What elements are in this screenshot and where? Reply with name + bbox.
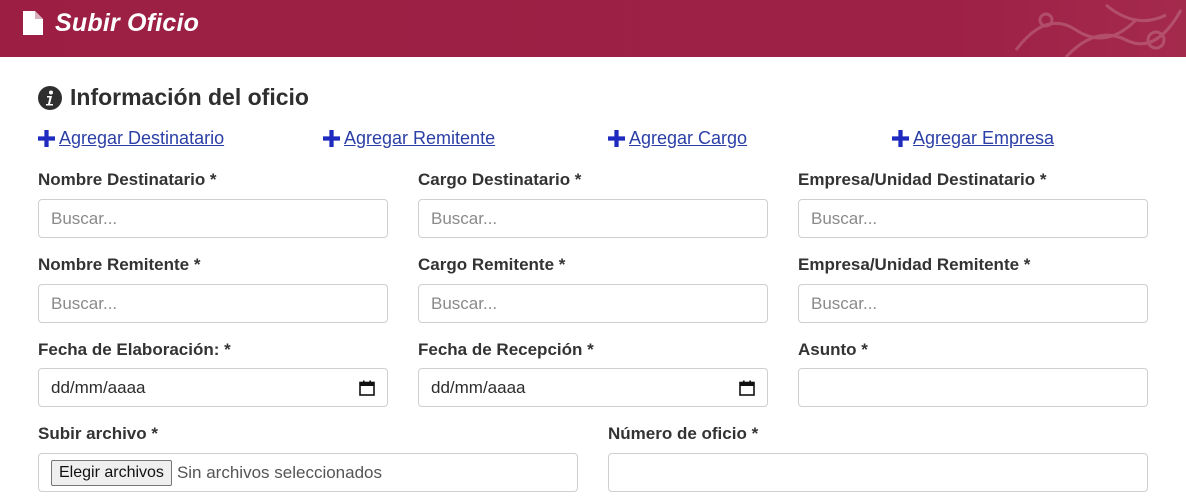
nombre-destinatario-label: Nombre Destinatario *	[38, 170, 217, 189]
placeholder: Buscar...	[431, 293, 498, 313]
add-cargo-label: Agregar Cargo	[629, 128, 748, 148]
numero-oficio-input[interactable]	[608, 453, 1148, 492]
choose-files-button[interactable]: Elegir archivos	[51, 459, 172, 486]
page-title: Subir Oficio	[55, 9, 200, 37]
date-value: dd/mm/aaaa	[431, 377, 526, 397]
cargo-destinatario-label: Cargo Destinatario *	[418, 170, 582, 189]
cargo-remitente-label: Cargo Remitente *	[418, 255, 566, 274]
add-destinatario-link[interactable]: Agregar Destinatario	[38, 128, 224, 149]
file-icon	[23, 11, 43, 35]
add-empresa-label: Agregar Empresa	[913, 128, 1055, 148]
add-cargo-link[interactable]: Agregar Cargo	[608, 128, 747, 149]
add-destinatario-label: Agregar Destinatario	[59, 128, 225, 148]
numero-oficio-label: Número de oficio *	[608, 424, 759, 443]
fecha-elaboracion-input[interactable]: dd/mm/aaaa	[38, 368, 388, 407]
placeholder: Buscar...	[431, 208, 498, 228]
empresa-destinatario-label: Empresa/Unidad Destinatario *	[798, 170, 1047, 189]
empresa-destinatario-input[interactable]: Buscar...	[798, 199, 1148, 238]
cargo-destinatario-input[interactable]: Buscar...	[418, 199, 768, 238]
empresa-remitente-input[interactable]: Buscar...	[798, 284, 1148, 323]
decorative-pattern	[1014, 3, 1183, 57]
placeholder: Buscar...	[811, 293, 878, 313]
add-remitente-label: Agregar Remitente	[344, 128, 496, 148]
cargo-remitente-input[interactable]: Buscar...	[418, 284, 768, 323]
nombre-destinatario-input[interactable]: Buscar...	[38, 199, 388, 238]
placeholder: Buscar...	[51, 208, 118, 228]
placeholder: Buscar...	[811, 208, 878, 228]
date-value: dd/mm/aaaa	[51, 377, 146, 397]
calendar-icon[interactable]	[359, 380, 375, 396]
asunto-input[interactable]	[798, 368, 1148, 407]
calendar-icon[interactable]	[739, 380, 755, 396]
add-empresa-link[interactable]: Agregar Empresa	[892, 128, 1054, 149]
file-input[interactable]: Elegir archivos Sin archivos seleccionad…	[38, 453, 578, 492]
fecha-elaboracion-label: Fecha de Elaboración: *	[38, 340, 231, 359]
plus-icon	[38, 130, 55, 147]
asunto-label: Asunto *	[798, 340, 868, 359]
info-icon	[38, 85, 62, 110]
page-header: Subir Oficio	[0, 0, 1186, 57]
section-title: Información del oficio	[38, 84, 309, 111]
nombre-remitente-input[interactable]: Buscar...	[38, 284, 388, 323]
empresa-remitente-label: Empresa/Unidad Remitente *	[798, 255, 1031, 274]
fecha-recepcion-input[interactable]: dd/mm/aaaa	[418, 368, 768, 407]
section-title-text: Información del oficio	[70, 84, 309, 110]
placeholder: Buscar...	[51, 293, 118, 313]
subir-archivo-label: Subir archivo *	[38, 424, 158, 443]
plus-icon	[323, 130, 340, 147]
file-status: Sin archivos seleccionados	[176, 462, 382, 482]
add-remitente-link[interactable]: Agregar Remitente	[323, 128, 495, 149]
plus-icon	[892, 130, 909, 147]
nombre-remitente-label: Nombre Remitente *	[38, 255, 201, 274]
fecha-recepcion-label: Fecha de Recepción *	[418, 340, 594, 359]
plus-icon	[608, 130, 625, 147]
